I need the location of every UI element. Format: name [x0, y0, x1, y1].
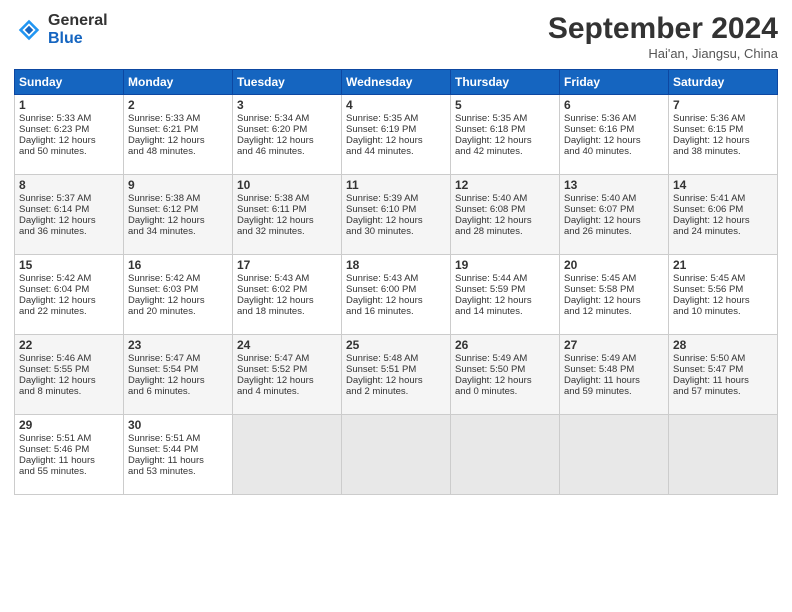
- day-cell-16: 16 Sunrise: 5:42 AMSunset: 6:03 PMDaylig…: [124, 255, 233, 335]
- col-monday: Monday: [124, 70, 233, 95]
- header-row: Sunday Monday Tuesday Wednesday Thursday…: [15, 70, 778, 95]
- day-cell-8: 8 Sunrise: 5:37 AMSunset: 6:14 PMDayligh…: [15, 175, 124, 255]
- empty-cell: [233, 415, 342, 495]
- logo-icon: [14, 15, 44, 45]
- empty-cell: [669, 415, 778, 495]
- col-sunday: Sunday: [15, 70, 124, 95]
- title-section: September 2024 Hai'an, Jiangsu, China: [548, 12, 778, 61]
- day-cell-6: 6 Sunrise: 5:36 AMSunset: 6:16 PMDayligh…: [560, 95, 669, 175]
- month-title: September 2024: [548, 12, 778, 46]
- empty-cell: [451, 415, 560, 495]
- day-cell-11: 11 Sunrise: 5:39 AMSunset: 6:10 PMDaylig…: [342, 175, 451, 255]
- day-cell-9: 9 Sunrise: 5:38 AMSunset: 6:12 PMDayligh…: [124, 175, 233, 255]
- col-friday: Friday: [560, 70, 669, 95]
- day-cell-27: 27 Sunrise: 5:49 AMSunset: 5:48 PMDaylig…: [560, 335, 669, 415]
- day-cell-10: 10 Sunrise: 5:38 AMSunset: 6:11 PMDaylig…: [233, 175, 342, 255]
- day-cell-12: 12 Sunrise: 5:40 AMSunset: 6:08 PMDaylig…: [451, 175, 560, 255]
- day-cell-21: 21 Sunrise: 5:45 AMSunset: 5:56 PMDaylig…: [669, 255, 778, 335]
- location: Hai'an, Jiangsu, China: [548, 46, 778, 61]
- day-cell-1: 1 Sunrise: 5:33 AMSunset: 6:23 PMDayligh…: [15, 95, 124, 175]
- day-cell-26: 26 Sunrise: 5:49 AMSunset: 5:50 PMDaylig…: [451, 335, 560, 415]
- day-cell-28: 28 Sunrise: 5:50 AMSunset: 5:47 PMDaylig…: [669, 335, 778, 415]
- page-container: General Blue September 2024 Hai'an, Jian…: [0, 0, 792, 507]
- day-cell-14: 14 Sunrise: 5:41 AMSunset: 6:06 PMDaylig…: [669, 175, 778, 255]
- day-cell-22: 22 Sunrise: 5:46 AMSunset: 5:55 PMDaylig…: [15, 335, 124, 415]
- page-header: General Blue September 2024 Hai'an, Jian…: [14, 12, 778, 61]
- day-cell-25: 25 Sunrise: 5:48 AMSunset: 5:51 PMDaylig…: [342, 335, 451, 415]
- logo: General Blue: [14, 12, 108, 47]
- calendar-table: Sunday Monday Tuesday Wednesday Thursday…: [14, 69, 778, 495]
- logo-text: General Blue: [48, 12, 108, 47]
- day-cell-30: 30 Sunrise: 5:51 AMSunset: 5:44 PMDaylig…: [124, 415, 233, 495]
- day-cell-7: 7 Sunrise: 5:36 AMSunset: 6:15 PMDayligh…: [669, 95, 778, 175]
- week-row-2: 8 Sunrise: 5:37 AMSunset: 6:14 PMDayligh…: [15, 175, 778, 255]
- col-wednesday: Wednesday: [342, 70, 451, 95]
- col-thursday: Thursday: [451, 70, 560, 95]
- day-cell-24: 24 Sunrise: 5:47 AMSunset: 5:52 PMDaylig…: [233, 335, 342, 415]
- col-tuesday: Tuesday: [233, 70, 342, 95]
- week-row-3: 15 Sunrise: 5:42 AMSunset: 6:04 PMDaylig…: [15, 255, 778, 335]
- day-cell-15: 15 Sunrise: 5:42 AMSunset: 6:04 PMDaylig…: [15, 255, 124, 335]
- day-cell-2: 2 Sunrise: 5:33 AMSunset: 6:21 PMDayligh…: [124, 95, 233, 175]
- day-cell-23: 23 Sunrise: 5:47 AMSunset: 5:54 PMDaylig…: [124, 335, 233, 415]
- empty-cell: [560, 415, 669, 495]
- day-cell-13: 13 Sunrise: 5:40 AMSunset: 6:07 PMDaylig…: [560, 175, 669, 255]
- day-cell-3: 3 Sunrise: 5:34 AMSunset: 6:20 PMDayligh…: [233, 95, 342, 175]
- day-cell-17: 17 Sunrise: 5:43 AMSunset: 6:02 PMDaylig…: [233, 255, 342, 335]
- week-row-4: 22 Sunrise: 5:46 AMSunset: 5:55 PMDaylig…: [15, 335, 778, 415]
- day-cell-4: 4 Sunrise: 5:35 AMSunset: 6:19 PMDayligh…: [342, 95, 451, 175]
- day-cell-20: 20 Sunrise: 5:45 AMSunset: 5:58 PMDaylig…: [560, 255, 669, 335]
- day-cell-29: 29 Sunrise: 5:51 AMSunset: 5:46 PMDaylig…: [15, 415, 124, 495]
- day-cell-5: 5 Sunrise: 5:35 AMSunset: 6:18 PMDayligh…: [451, 95, 560, 175]
- day-cell-19: 19 Sunrise: 5:44 AMSunset: 5:59 PMDaylig…: [451, 255, 560, 335]
- calendar-body: 1 Sunrise: 5:33 AMSunset: 6:23 PMDayligh…: [15, 95, 778, 495]
- col-saturday: Saturday: [669, 70, 778, 95]
- empty-cell: [342, 415, 451, 495]
- day-cell-18: 18 Sunrise: 5:43 AMSunset: 6:00 PMDaylig…: [342, 255, 451, 335]
- week-row-1: 1 Sunrise: 5:33 AMSunset: 6:23 PMDayligh…: [15, 95, 778, 175]
- week-row-5: 29 Sunrise: 5:51 AMSunset: 5:46 PMDaylig…: [15, 415, 778, 495]
